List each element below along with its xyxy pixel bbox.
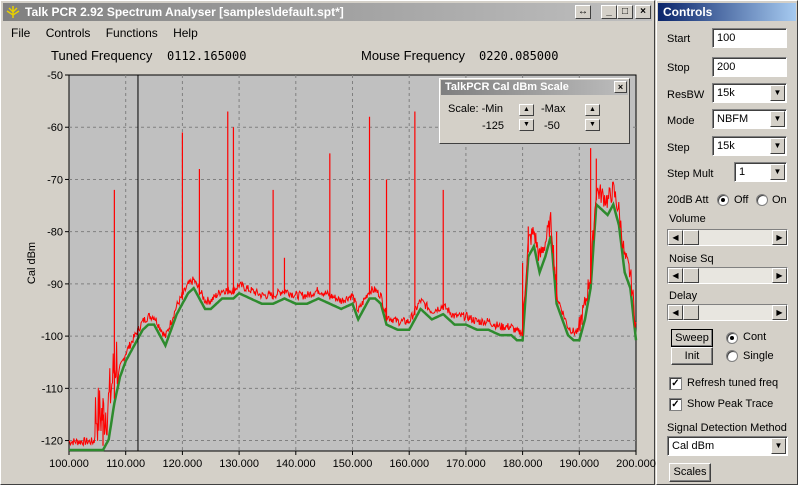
y-tick-label: -120	[41, 436, 63, 448]
step-label: Step	[667, 142, 690, 154]
chevron-right-icon[interactable]: ▶	[772, 305, 787, 320]
y-tick-label: -70	[47, 174, 63, 186]
cont-label: Cont	[743, 331, 767, 343]
controls-panel: Controls Start 100 Stop 200 ResBW 15k ▼ …	[656, 0, 798, 485]
scale-dialog: TalkPCR Cal dBm Scale × Scale: -Min ▲ ▼ …	[439, 78, 630, 144]
chevron-down-icon[interactable]: ▼	[770, 85, 785, 101]
x-tick-label: 190.000	[559, 458, 599, 470]
detection-method-select[interactable]: Cal dBm ▼	[667, 436, 788, 456]
chevron-down-icon[interactable]: ▼	[770, 164, 785, 180]
detection-method-label: Signal Detection Method	[667, 422, 787, 434]
mode-value: NBFM	[717, 113, 749, 125]
chevron-right-icon[interactable]: ▶	[772, 268, 787, 283]
min-up-button[interactable]: ▲	[519, 104, 534, 116]
delay-label: Delay	[669, 290, 698, 302]
max-down-button[interactable]: ▼	[585, 119, 600, 131]
mode-select[interactable]: NBFM ▼	[712, 109, 787, 129]
y-tick-label: -100	[41, 331, 63, 343]
y-tick-label: -50	[47, 70, 63, 82]
step-select[interactable]: 15k ▼	[712, 136, 787, 156]
x-axis-ticks: 100.000 110.000 120.000 130.000 140.000 150.0…	[49, 451, 656, 470]
y-tick-label: -110	[42, 383, 63, 395]
x-tick-label: 170.000	[446, 458, 486, 470]
scale-max-value: -50	[544, 120, 560, 132]
init-button[interactable]: Init	[671, 347, 713, 365]
volume-label: Volume	[669, 213, 706, 225]
controls-title: Controls	[663, 5, 713, 19]
chevron-down-icon[interactable]: ▼	[770, 111, 785, 127]
max-up-button[interactable]: ▲	[585, 104, 600, 116]
spectrum-plot[interactable]: 100.000 110.000 120.000 130.000 140.000 150.0…	[1, 1, 656, 485]
single-radio[interactable]	[726, 350, 738, 362]
mode-label: Mode	[667, 115, 695, 127]
min-down-button[interactable]: ▼	[519, 119, 534, 131]
x-tick-label: 120.000	[163, 458, 203, 470]
controls-titlebar[interactable]: Controls	[658, 3, 796, 21]
chevron-right-icon[interactable]: ▶	[772, 230, 787, 245]
chevron-left-icon[interactable]: ◀	[668, 230, 683, 245]
x-tick-label: 110.000	[106, 458, 145, 470]
peak-trace-checkbox[interactable]: ✓	[669, 398, 682, 411]
peak-trace-label: Show Peak Trace	[687, 398, 774, 410]
scale-dialog-close-button[interactable]: ×	[614, 81, 627, 93]
scale-dialog-titlebar[interactable]: TalkPCR Cal dBm Scale ×	[441, 80, 628, 95]
step-mult-value: 1	[739, 166, 746, 178]
att-off-radio[interactable]	[717, 194, 729, 206]
scale-max-label: -Max	[541, 103, 566, 115]
x-tick-label: 200.000	[616, 458, 656, 470]
start-input[interactable]: 100	[712, 28, 787, 48]
scale-min-label: Scale: -Min	[448, 103, 504, 115]
y-tick-label: -60	[47, 122, 63, 134]
delay-slider[interactable]: ◀ ▶	[667, 304, 788, 321]
single-label: Single	[743, 350, 774, 362]
resbw-value: 15k	[717, 87, 735, 99]
resbw-select[interactable]: 15k ▼	[712, 83, 787, 103]
noise-sq-label: Noise Sq	[669, 253, 714, 265]
x-tick-label: 150.000	[333, 458, 373, 470]
y-axis-label: Cal dBm	[26, 242, 38, 284]
refresh-checkbox[interactable]: ✓	[669, 377, 682, 390]
chevron-left-icon[interactable]: ◀	[668, 268, 683, 283]
noise-sq-thumb[interactable]	[683, 268, 699, 283]
cont-radio[interactable]	[726, 332, 738, 344]
y-tick-label: -90	[47, 279, 63, 291]
scale-min-value: -125	[482, 120, 505, 132]
main-window: Talk PCR 2.92 Spectrum Analyser [samples…	[0, 0, 656, 485]
x-tick-label: 140.000	[276, 458, 316, 470]
volume-slider[interactable]: ◀ ▶	[667, 229, 788, 246]
y-tick-label: -80	[47, 227, 63, 239]
x-tick-label: 180.000	[503, 458, 543, 470]
step-value: 15k	[717, 140, 735, 152]
att-on-label: On	[772, 194, 787, 206]
att-on-radio[interactable]	[756, 194, 768, 206]
step-mult-select[interactable]: 1 ▼	[734, 162, 787, 182]
detection-method-value: Cal dBm	[672, 440, 715, 452]
x-tick-label: 130.000	[219, 458, 259, 470]
scales-button[interactable]: Scales	[669, 463, 711, 482]
stop-label: Stop	[667, 62, 690, 74]
resbw-label: ResBW	[667, 89, 705, 101]
noise-sq-slider[interactable]: ◀ ▶	[667, 267, 788, 284]
x-tick-label: 100.000	[49, 458, 89, 470]
att-off-label: Off	[734, 194, 749, 206]
stop-input[interactable]: 200	[712, 57, 787, 77]
attenuator-label: 20dB Att	[667, 194, 709, 206]
x-tick-label: 160.000	[389, 458, 429, 470]
delay-thumb[interactable]	[683, 305, 699, 320]
scale-dialog-title: TalkPCR Cal dBm Scale	[445, 81, 569, 93]
start-label: Start	[667, 33, 691, 45]
refresh-label: Refresh tuned freq	[687, 377, 779, 389]
sweep-button[interactable]: Sweep	[671, 329, 713, 347]
volume-thumb[interactable]	[683, 230, 699, 245]
step-mult-label: Step Mult	[667, 168, 714, 180]
y-axis-ticks: -50 -60 -70 -80 -90 -100 -110 -120	[41, 70, 69, 448]
chevron-down-icon[interactable]: ▼	[771, 438, 786, 454]
chevron-left-icon[interactable]: ◀	[668, 305, 683, 320]
chevron-down-icon[interactable]: ▼	[770, 138, 785, 154]
